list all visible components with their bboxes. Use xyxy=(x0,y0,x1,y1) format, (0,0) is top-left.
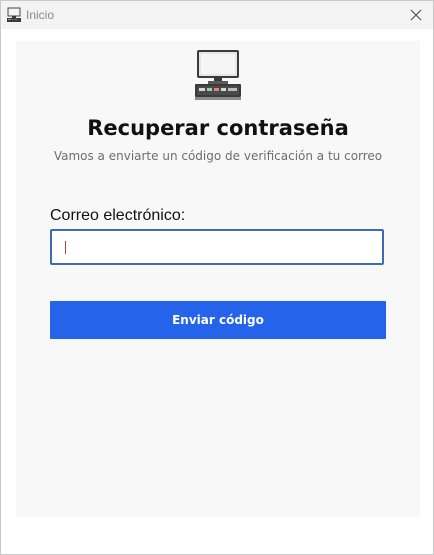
email-field[interactable] xyxy=(52,231,382,263)
text-caret xyxy=(65,241,66,254)
page-title: Recuperar contraseña xyxy=(87,116,349,140)
computer-icon xyxy=(6,7,22,23)
close-button[interactable] xyxy=(399,1,433,29)
window-title: Inicio xyxy=(26,8,55,22)
close-icon xyxy=(410,6,422,25)
send-code-button[interactable]: Enviar código xyxy=(50,301,386,339)
page-subtitle: Vamos a enviarte un código de verificaci… xyxy=(53,149,383,163)
computer-icon xyxy=(194,49,242,101)
app-window: Inicio Recuperar contraseña Vamos a envi… xyxy=(0,0,434,555)
email-field-container xyxy=(50,229,384,265)
form-panel: Recuperar contraseña Vamos a enviarte un… xyxy=(16,41,420,517)
email-label: Correo electrónico: xyxy=(50,207,186,224)
title-bar: Inicio xyxy=(1,1,433,29)
